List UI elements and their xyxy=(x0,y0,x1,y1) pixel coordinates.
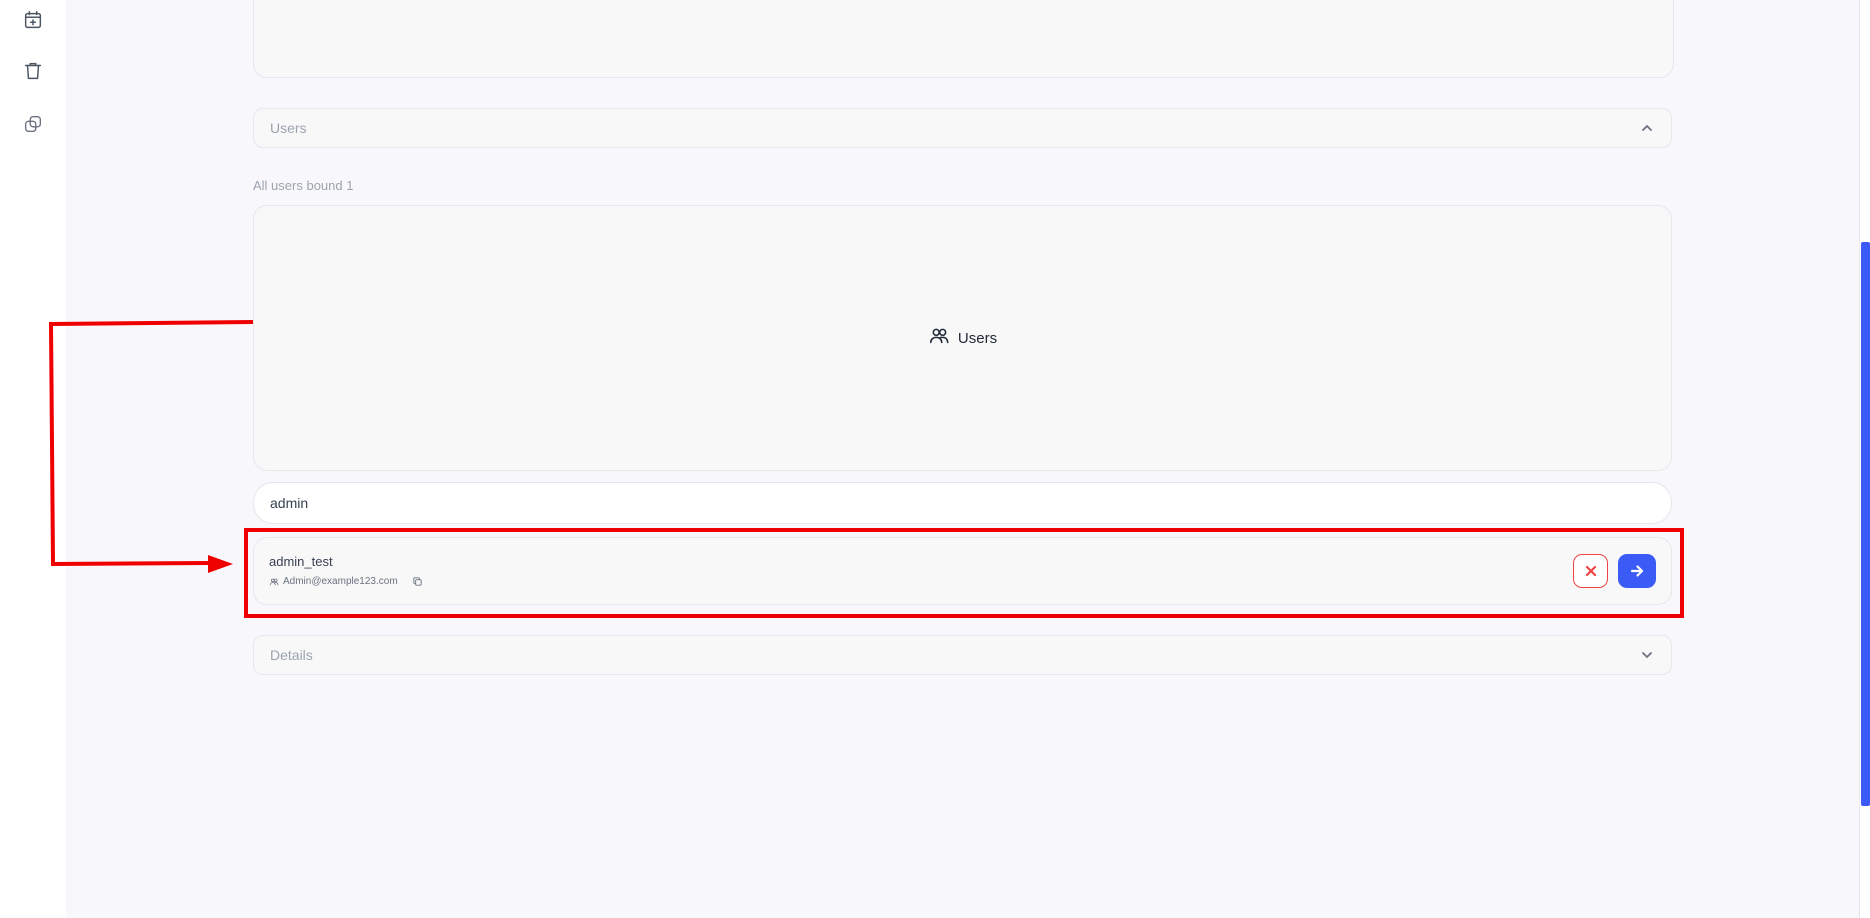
open-user-button[interactable] xyxy=(1618,554,1656,588)
result-meta: Admin@example123.com xyxy=(269,576,423,587)
result-email: Admin@example123.com xyxy=(283,576,398,587)
left-sidebar xyxy=(0,0,66,918)
user-result-card: admin_test Admin@example123.com xyxy=(253,537,1672,605)
copy-icon[interactable] xyxy=(412,576,423,587)
users-drop-label: Users xyxy=(957,329,998,347)
bound-users-count: All users bound 1 xyxy=(253,178,354,193)
calendar-add-icon[interactable] xyxy=(21,8,45,32)
top-content-panel xyxy=(253,0,1674,78)
users-icon xyxy=(928,325,950,352)
user-email-icon xyxy=(269,577,279,587)
result-username: admin_test xyxy=(269,554,333,569)
details-accordion-title: Details xyxy=(270,647,313,663)
user-search-input[interactable] xyxy=(253,482,1672,524)
trash-icon[interactable] xyxy=(21,59,45,83)
duplicate-icon[interactable] xyxy=(21,112,45,136)
users-drop-area: Users xyxy=(253,205,1672,471)
scrollbar-thumb[interactable] xyxy=(1861,242,1870,806)
users-accordion-header[interactable]: Users xyxy=(253,108,1672,148)
arrow-right-icon xyxy=(1630,565,1644,577)
remove-user-button[interactable] xyxy=(1573,554,1608,588)
details-accordion-header[interactable]: Details xyxy=(253,635,1672,675)
users-accordion-title: Users xyxy=(270,120,307,136)
chevron-up-icon xyxy=(1639,120,1655,136)
chevron-down-icon xyxy=(1639,647,1655,663)
close-icon xyxy=(1585,565,1596,577)
